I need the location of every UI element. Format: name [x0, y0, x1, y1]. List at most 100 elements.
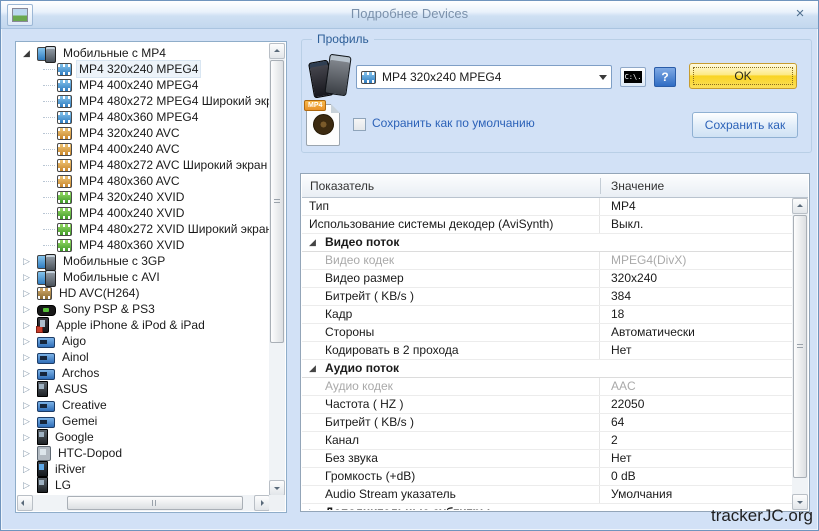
table-row[interactable]: Кодировать в 2 проходаНет — [302, 342, 792, 360]
expand-arrow-icon[interactable]: ▷ — [23, 333, 37, 349]
expand-arrow-icon[interactable]: ▷ — [23, 349, 37, 365]
tree-item[interactable]: MP4 400x240 AVC — [17, 141, 269, 157]
tree-item[interactable]: ▷Creative — [17, 397, 269, 413]
table-body: ТипMP4Использование системы декодер (Avi… — [302, 198, 792, 510]
expand-arrow-icon[interactable]: ▷ — [23, 461, 37, 477]
ok-button[interactable]: OK — [689, 63, 797, 89]
expand-arrow-icon[interactable]: ▷ — [23, 397, 37, 413]
column-divider — [599, 288, 600, 305]
expand-arrow-icon[interactable]: ▷ — [309, 504, 316, 510]
scroll-down-button[interactable] — [269, 480, 285, 496]
table-row[interactable]: СтороныАвтоматически — [302, 324, 792, 342]
expand-arrow-icon[interactable]: ▷ — [23, 269, 37, 285]
tree-item[interactable]: ▷HD AVC(H264) — [17, 285, 269, 301]
close-icon[interactable]: × — [790, 4, 810, 24]
film-icon — [57, 79, 72, 92]
expand-arrow-icon[interactable]: ▷ — [23, 365, 37, 381]
table-row[interactable]: Громкость (+dB)0 dB — [302, 468, 792, 486]
table-group-row[interactable]: ◢ Аудио поток — [302, 360, 792, 378]
tree-scroll-thumb[interactable] — [270, 60, 284, 343]
tree-item[interactable]: MP4 480x272 MPEG4 Широкий экран — [17, 93, 269, 109]
property-name: Аудио кодек — [302, 378, 599, 395]
tree-item[interactable]: MP4 480x272 AVC Широкий экран — [17, 157, 269, 173]
table-row[interactable]: Аудио кодекAAC — [302, 378, 792, 396]
scroll-left-button[interactable] — [17, 495, 33, 511]
expand-arrow-icon[interactable]: ▷ — [23, 445, 37, 461]
tree-item[interactable]: ▷iRiver — [17, 461, 269, 477]
table-row[interactable]: Кадр18 — [302, 306, 792, 324]
tree-item-label: MP4 480x272 MPEG4 Широкий экран — [77, 93, 269, 109]
collapse-arrow-icon[interactable]: ◢ — [23, 45, 37, 61]
tree-item[interactable]: MP4 320x240 AVC — [17, 125, 269, 141]
tree-item[interactable]: MP4 320x240 XVID — [17, 189, 269, 205]
table-row[interactable]: Битрейт ( KB/s )384 — [302, 288, 792, 306]
collapse-arrow-icon[interactable]: ◢ — [309, 360, 316, 377]
tree-vertical-scrollbar[interactable] — [269, 43, 285, 496]
collapse-arrow-icon[interactable]: ◢ — [309, 234, 316, 251]
tree-item[interactable]: MP4 320x240 MPEG4 — [17, 61, 269, 77]
player-icon — [37, 417, 55, 428]
command-line-button[interactable]: C:\. — [620, 67, 646, 87]
tree-item[interactable]: MP4 480x360 XVID — [17, 237, 269, 253]
tree-item[interactable]: ▷Sony PSP & PS3 — [17, 301, 269, 317]
table-row[interactable]: Видео размер320x240 — [302, 270, 792, 288]
expand-arrow-icon[interactable]: ▷ — [23, 317, 37, 333]
table-row[interactable]: Без звукаНет — [302, 450, 792, 468]
table-group-row[interactable]: ◢Видео поток — [302, 234, 792, 252]
expand-arrow-icon[interactable]: ▷ — [23, 381, 37, 397]
save-default-checkbox[interactable] — [353, 118, 366, 131]
scroll-up-button[interactable] — [792, 198, 808, 214]
expand-arrow-icon[interactable]: ▷ — [23, 429, 37, 445]
expand-arrow-icon[interactable]: ▷ — [23, 301, 37, 317]
scroll-right-button[interactable] — [254, 495, 270, 511]
tree-item[interactable]: MP4 400x240 MPEG4 — [17, 77, 269, 93]
tree-item[interactable]: MP4 480x360 AVC — [17, 173, 269, 189]
table-vertical-scrollbar[interactable] — [792, 198, 808, 510]
tree-item[interactable]: ▷Aigo — [17, 333, 269, 349]
property-value: 384 — [611, 288, 792, 305]
tree-item[interactable]: MP4 480x272 XVID Широкий экран — [17, 221, 269, 237]
tree-item[interactable]: ▷Archos — [17, 365, 269, 381]
tree-item[interactable]: ▷Мобильные с 3GP — [17, 253, 269, 269]
group-row-label: Аудио поток — [325, 360, 399, 377]
table-row[interactable]: Использование системы декодер (AviSynth)… — [302, 216, 792, 234]
tree-item[interactable]: ▷Apple iPhone & iPod & iPad — [17, 317, 269, 333]
save-as-button[interactable]: Сохранить как — [692, 112, 798, 138]
expand-arrow-icon[interactable]: ▷ — [23, 413, 37, 429]
table-row[interactable]: ТипMP4 — [302, 198, 792, 216]
tree-item[interactable]: ▷LG — [17, 477, 269, 493]
expand-arrow-icon[interactable]: ▷ — [23, 285, 37, 301]
help-button[interactable]: ? — [654, 67, 676, 87]
chevron-down-icon — [599, 75, 607, 84]
table-row[interactable]: Канал2 — [302, 432, 792, 450]
expand-arrow-icon[interactable]: ▷ — [23, 477, 37, 493]
table-row[interactable]: Битрейт ( KB/s )64 — [302, 414, 792, 432]
tree-item[interactable]: MP4 480x360 MPEG4 — [17, 109, 269, 125]
save-default-checkbox-label[interactable]: Сохранить как по умолчанию — [372, 116, 535, 130]
table-scroll-thumb[interactable] — [793, 215, 807, 478]
column-header-value[interactable]: Значение — [611, 175, 664, 197]
tree-item[interactable]: ▷HTC-Dopod — [17, 445, 269, 461]
table-row[interactable]: Частота ( HZ )22050 — [302, 396, 792, 414]
tree-hscroll-thumb[interactable] — [67, 496, 243, 510]
column-header-name[interactable]: Показатель — [310, 175, 374, 197]
table-row[interactable]: Видео кодекMPEG4(DivX) — [302, 252, 792, 270]
tree-item[interactable]: ▷Мобильные с AVI — [17, 269, 269, 285]
tree-horizontal-scrollbar[interactable] — [17, 495, 270, 511]
player-icon — [37, 401, 55, 412]
tree-item[interactable]: ▷Gemei — [17, 413, 269, 429]
phone-icon — [37, 381, 48, 397]
tree-item[interactable]: ▷ASUS — [17, 381, 269, 397]
tree-item[interactable]: ▷Ainol — [17, 349, 269, 365]
tree-item[interactable]: ▷Google — [17, 429, 269, 445]
column-divider — [599, 468, 600, 485]
table-row[interactable]: Audio Stream указательУмолчания — [302, 486, 792, 504]
scroll-up-button[interactable] — [269, 43, 285, 59]
column-divider — [599, 198, 600, 215]
profile-combobox[interactable]: MP4 320x240 MPEG4 — [356, 65, 612, 89]
tree-item-label: MP4 480x272 XVID Широкий экран — [77, 221, 269, 237]
tree-item[interactable]: MP4 400x240 XVID — [17, 205, 269, 221]
expand-arrow-icon[interactable]: ▷ — [23, 253, 37, 269]
property-name: Видео размер — [302, 270, 599, 287]
tree-item[interactable]: ◢Мобильные с MP4 — [17, 45, 269, 61]
